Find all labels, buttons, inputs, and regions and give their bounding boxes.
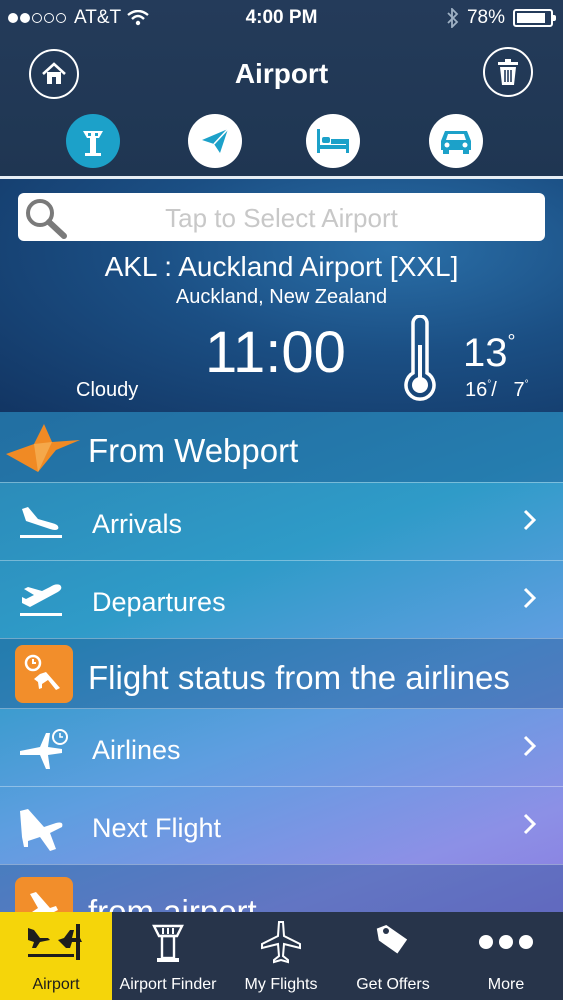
battery-percent: 78% [466, 7, 505, 28]
high-temp: 16 [465, 379, 488, 401]
tab-get-offers-label: Get Offers [356, 976, 430, 993]
tab-bar: Airport Airport Finder My Flights Get Of… [0, 912, 563, 1000]
section-webport-label: From Webport [88, 432, 299, 469]
airport-panel: Tap to Select Airport AKL : Auckland Air… [0, 179, 563, 412]
airport-city: Auckland, New Zealand [175, 286, 388, 308]
bed-icon [317, 129, 349, 153]
current-temperature: 13° [463, 331, 516, 375]
tab-airport-label: Airport [32, 976, 80, 993]
plane-takeoff-icon [20, 584, 62, 616]
from-airport-icon [15, 877, 73, 912]
low-temp: 7 [513, 379, 525, 401]
webport-bird-logo [6, 424, 80, 472]
airlines-label: Airlines [92, 735, 181, 765]
chevron-right-icon [523, 587, 537, 609]
category-hotel-button[interactable] [306, 114, 360, 168]
car-icon [441, 131, 471, 154]
weather-condition: Cloudy [76, 379, 139, 401]
status-bar: AT&T 4:00 PM 78% [0, 0, 563, 36]
bluetooth-icon [447, 8, 459, 28]
page-title: Airport [234, 58, 329, 89]
plane-landing-icon [20, 507, 62, 538]
arrivals-row[interactable]: Arrivals [0, 482, 563, 561]
more-dots-icon [479, 935, 533, 949]
airport-tower-icon [152, 924, 184, 962]
next-flight-row[interactable]: Next Flight [0, 786, 563, 865]
section-airlines-status: Flight status from the airlines [0, 638, 563, 709]
thermometer-icon [404, 315, 436, 401]
price-tag-icon [376, 924, 408, 954]
airport-menu-list: From Webport Arrivals Departures Flight … [0, 412, 563, 912]
tab-more[interactable]: More [450, 912, 562, 1000]
departures-row[interactable]: Departures [0, 560, 563, 639]
category-airport-button[interactable] [66, 114, 120, 168]
tab-airport-finder-label: Airport Finder [119, 976, 217, 993]
top-bar: AT&T 4:00 PM 78% Airport [0, 0, 563, 176]
airlines-row[interactable]: Airlines [0, 708, 563, 787]
tab-my-flights[interactable]: My Flights [225, 912, 337, 1000]
section-from-airport: from airport [0, 864, 563, 912]
departures-label: Departures [92, 587, 226, 617]
category-flight-button[interactable] [188, 114, 242, 168]
search-placeholder: Tap to Select Airport [165, 203, 398, 233]
local-time: 11:00 [205, 320, 346, 385]
tab-get-offers[interactable]: Get Offers [337, 912, 449, 1000]
tab-airport[interactable]: Airport [0, 912, 112, 1000]
paper-plane-icon [202, 128, 229, 153]
flight-status-icon [15, 645, 73, 703]
airplane-icon [261, 921, 301, 964]
next-flight-label: Next Flight [92, 813, 222, 843]
airport-search-field[interactable]: Tap to Select Airport [18, 193, 545, 241]
tab-airport-finder[interactable]: Airport Finder [112, 912, 224, 1000]
airport-name: AKL : Auckland Airport [XXL] [104, 251, 459, 282]
category-car-button[interactable] [429, 114, 483, 168]
chevron-right-icon [523, 735, 537, 757]
section-airlines-status-label: Flight status from the airlines [88, 659, 510, 696]
trash-icon [498, 59, 518, 85]
chevron-right-icon [523, 813, 537, 835]
delete-button[interactable] [483, 47, 533, 97]
plane-icon [20, 809, 63, 851]
tab-more-label: More [487, 976, 525, 993]
section-webport: From Webport [0, 412, 563, 482]
plane-clock-icon [20, 729, 68, 769]
chevron-right-icon [523, 509, 537, 531]
tab-my-flights-label: My Flights [244, 976, 318, 993]
battery-icon [513, 9, 556, 27]
arrivals-label: Arrivals [92, 509, 183, 539]
arrivals-departures-icon [28, 924, 82, 960]
section-from-airport-label: from airport [88, 893, 257, 912]
airport-tower-icon [83, 131, 103, 156]
high-low-temperature: 16°/ 7° [465, 379, 529, 401]
